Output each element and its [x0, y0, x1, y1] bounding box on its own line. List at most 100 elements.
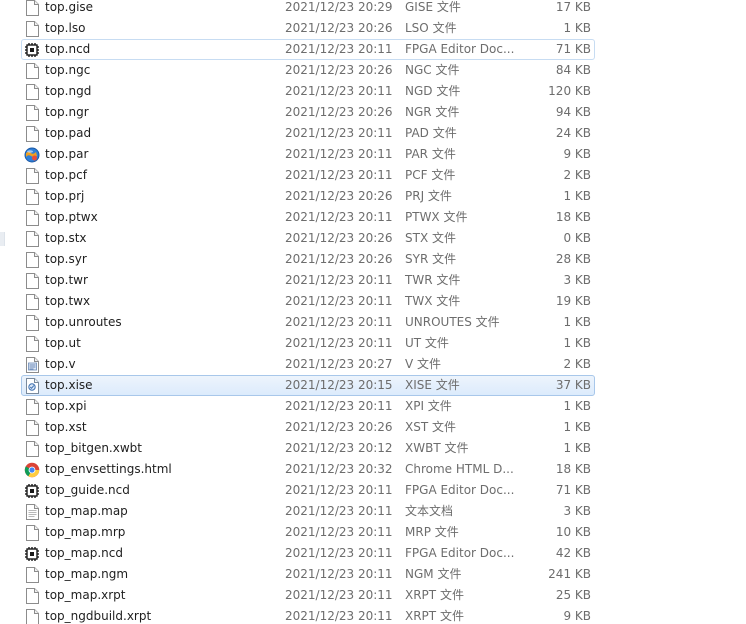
- blank-file-icon: [26, 231, 39, 247]
- file-row[interactable]: top_map.ngm 2021/12/23 20:11 NGM 文件 241 KB: [0, 564, 746, 585]
- blank-file-icon: [26, 0, 39, 16]
- file-size: 1 KB: [563, 336, 591, 350]
- blank-file-icon: [26, 168, 39, 184]
- file-size: 71 KB: [555, 483, 591, 497]
- file-size: 10 KB: [555, 525, 591, 539]
- file-type: MRP 文件: [405, 525, 459, 539]
- blank-file-icon: [26, 420, 39, 436]
- file-date-modified: 2021/12/23 20:12: [285, 441, 393, 455]
- file-size: 9 KB: [563, 609, 591, 623]
- text-document-icon: [26, 504, 39, 520]
- file-name: top.lso: [45, 21, 86, 35]
- file-row[interactable]: top.ngd 2021/12/23 20:11 NGD 文件 120 KB: [0, 81, 746, 102]
- file-row[interactable]: top_map.ncd 2021/12/23 20:11 FPGA Editor D…: [0, 543, 746, 564]
- file-row[interactable]: top.gise 2021/12/23 20:29 GISE 文件 17 KB: [0, 0, 746, 18]
- file-size: 241 KB: [548, 567, 591, 581]
- fpga-editor-icon: [24, 42, 40, 58]
- file-size: 1 KB: [563, 315, 591, 329]
- file-row[interactable]: top.ptwx 2021/12/23 20:11 PTWX 文件 18 KB: [0, 207, 746, 228]
- file-size: 24 KB: [555, 126, 591, 140]
- file-row[interactable]: top.twx 2021/12/23 20:11 TWX 文件 19 KB: [0, 291, 746, 312]
- file-row[interactable]: top.stx 2021/12/23 20:26 STX 文件 0 KB: [0, 228, 746, 249]
- blank-file-icon: [26, 84, 39, 100]
- file-row[interactable]: top.xise 2021/12/23 20:15 XISE 文件 37 KB: [0, 375, 746, 396]
- blank-file-icon: [26, 21, 39, 37]
- file-type: FPGA Editor Doc...: [405, 483, 515, 497]
- file-row[interactable]: top.par 2021/12/23 20:11 PAR 文件 9 KB: [0, 144, 746, 165]
- file-row[interactable]: top.ncd 2021/12/23 20:11 FPGA Editor Doc..…: [0, 39, 746, 60]
- file-name: top.ncd: [45, 42, 91, 56]
- file-date-modified: 2021/12/23 20:11: [285, 609, 393, 623]
- file-type: XRPT 文件: [405, 588, 464, 602]
- file-row[interactable]: top.xpi 2021/12/23 20:11 XPI 文件 1 KB: [0, 396, 746, 417]
- file-type: XWBT 文件: [405, 441, 469, 455]
- fpga-editor-icon: [24, 546, 40, 562]
- file-row[interactable]: top_map.xrpt 2021/12/23 20:11 XRPT 文件 25 KB: [0, 585, 746, 606]
- file-size: 37 KB: [555, 378, 591, 392]
- file-date-modified: 2021/12/23 20:11: [285, 168, 393, 182]
- file-name: top.par: [45, 147, 89, 161]
- file-row[interactable]: top.unroutes 2021/12/23 20:11 UNROUTES 文件 1…: [0, 312, 746, 333]
- fpga-editor-icon: [24, 483, 40, 499]
- par-globe-icon: [24, 147, 40, 163]
- file-type: NGC 文件: [405, 63, 460, 77]
- blank-file-icon: [26, 63, 39, 79]
- file-date-modified: 2021/12/23 20:11: [285, 336, 393, 350]
- file-row[interactable]: top.pad 2021/12/23 20:11 PAD 文件 24 KB: [0, 123, 746, 144]
- file-date-modified: 2021/12/23 20:32: [285, 462, 393, 476]
- file-size: 71 KB: [555, 42, 591, 56]
- file-size: 1 KB: [563, 441, 591, 455]
- blank-file-icon: [26, 105, 39, 121]
- file-size: 84 KB: [555, 63, 591, 77]
- file-row[interactable]: top.v 2021/12/23 20:27 V 文件 2 KB: [0, 354, 746, 375]
- blank-file-icon: [26, 252, 39, 268]
- blank-file-icon: [26, 399, 39, 415]
- file-type: STX 文件: [405, 231, 456, 245]
- file-name: top.xise: [45, 378, 93, 392]
- file-size: 9 KB: [563, 147, 591, 161]
- file-row[interactable]: top_map.mrp 2021/12/23 20:11 MRP 文件 10 KB: [0, 522, 746, 543]
- xise-project-icon: [26, 378, 39, 394]
- file-size: 0 KB: [563, 231, 591, 245]
- file-name: top.xst: [45, 420, 87, 434]
- file-row[interactable]: top.syr 2021/12/23 20:26 SYR 文件 28 KB: [0, 249, 746, 270]
- file-type: TWR 文件: [405, 273, 461, 287]
- file-row[interactable]: top.twr 2021/12/23 20:11 TWR 文件 3 KB: [0, 270, 746, 291]
- file-date-modified: 2021/12/23 20:26: [285, 21, 393, 35]
- file-type: PAD 文件: [405, 126, 457, 140]
- file-row[interactable]: top.pcf 2021/12/23 20:11 PCF 文件 2 KB: [0, 165, 746, 186]
- blank-file-icon: [26, 189, 39, 205]
- file-date-modified: 2021/12/23 20:27: [285, 357, 393, 371]
- file-row[interactable]: top_map.map 2021/12/23 20:11 文本文档 3 KB: [0, 501, 746, 522]
- file-row[interactable]: top.ngr 2021/12/23 20:26 NGR 文件 94 KB: [0, 102, 746, 123]
- file-type: PAR 文件: [405, 147, 456, 161]
- file-date-modified: 2021/12/23 20:11: [285, 273, 393, 287]
- file-type: 文本文档: [405, 504, 454, 518]
- file-row[interactable]: top_bitgen.xwbt 2021/12/23 20:12 XWBT 文件 1 …: [0, 438, 746, 459]
- blank-file-icon: [26, 315, 39, 331]
- file-size: 2 KB: [563, 357, 591, 371]
- file-row[interactable]: top_ngdbuild.xrpt 2021/12/23 20:11 XRPT 文件…: [0, 606, 746, 624]
- file-size: 1 KB: [563, 420, 591, 434]
- file-size: 42 KB: [555, 546, 591, 560]
- file-row[interactable]: top.ut 2021/12/23 20:11 UT 文件 1 KB: [0, 333, 746, 354]
- file-row[interactable]: top.prj 2021/12/23 20:26 PRJ 文件 1 KB: [0, 186, 746, 207]
- file-type: NGD 文件: [405, 84, 461, 98]
- file-row[interactable]: top.lso 2021/12/23 20:26 LSO 文件 1 KB: [0, 18, 746, 39]
- file-row[interactable]: top_envsettings.html 2021/12/23 20:32 Chro…: [0, 459, 746, 480]
- file-type: LSO 文件: [405, 21, 457, 35]
- file-size: 1 KB: [563, 399, 591, 413]
- file-date-modified: 2021/12/23 20:11: [285, 525, 393, 539]
- file-row[interactable]: top_guide.ncd 2021/12/23 20:11 FPGA Editor…: [0, 480, 746, 501]
- file-date-modified: 2021/12/23 20:11: [285, 147, 393, 161]
- file-row[interactable]: top.ngc 2021/12/23 20:26 NGC 文件 84 KB: [0, 60, 746, 81]
- file-name: top.ut: [45, 336, 81, 350]
- file-name: top.syr: [45, 252, 87, 266]
- file-size: 18 KB: [555, 210, 591, 224]
- file-date-modified: 2021/12/23 20:11: [285, 42, 393, 56]
- file-row[interactable]: top.xst 2021/12/23 20:26 XST 文件 1 KB: [0, 417, 746, 438]
- file-date-modified: 2021/12/23 20:11: [285, 126, 393, 140]
- file-size: 1 KB: [563, 189, 591, 203]
- blank-file-icon: [26, 126, 39, 142]
- file-type: V 文件: [405, 357, 442, 371]
